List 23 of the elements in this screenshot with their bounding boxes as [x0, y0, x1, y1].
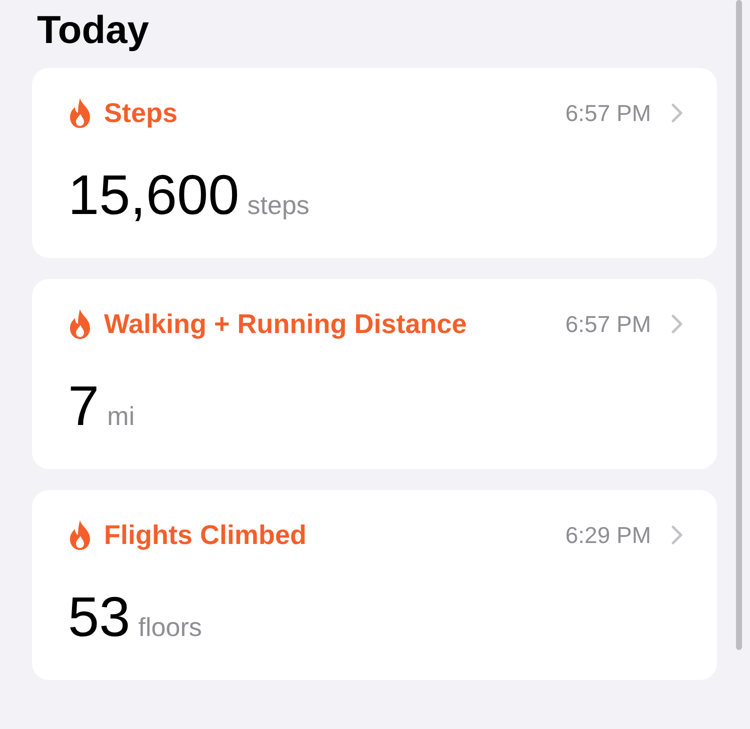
flame-icon: [68, 309, 92, 339]
chevron-icon: [671, 525, 683, 545]
timestamp: 6:57 PM: [565, 100, 651, 126]
metric-unit: mi: [107, 401, 135, 432]
timestamp: 6:57 PM: [565, 310, 651, 338]
metric-card[interactable]: Walking + Running Distance 6:57 PM 7 mi: [32, 279, 717, 469]
metric-unit: steps: [247, 190, 310, 221]
flame-icon: [68, 98, 92, 128]
chevron-icon: [671, 103, 683, 123]
timestamp: 6:29 PM: [565, 522, 651, 548]
metric-value: 53: [68, 584, 130, 650]
metric-card[interactable]: Steps 6:57 PM 15,600 steps: [32, 68, 717, 258]
flame-icon: [68, 520, 92, 550]
section-title: Today: [37, 8, 150, 54]
metric-title: Walking + Running Distance: [104, 308, 468, 340]
metric-value: 7: [68, 373, 100, 439]
scrollbar[interactable]: [736, 0, 742, 650]
metric-card[interactable]: Flights Climbed 6:29 PM 53 floors: [32, 490, 717, 680]
metric-title: Flights Climbed: [104, 520, 308, 550]
metric-value: 15,600: [68, 162, 240, 228]
chevron-icon: [671, 314, 683, 334]
metric-unit: floors: [138, 612, 202, 643]
metric-title: Steps: [104, 98, 179, 128]
